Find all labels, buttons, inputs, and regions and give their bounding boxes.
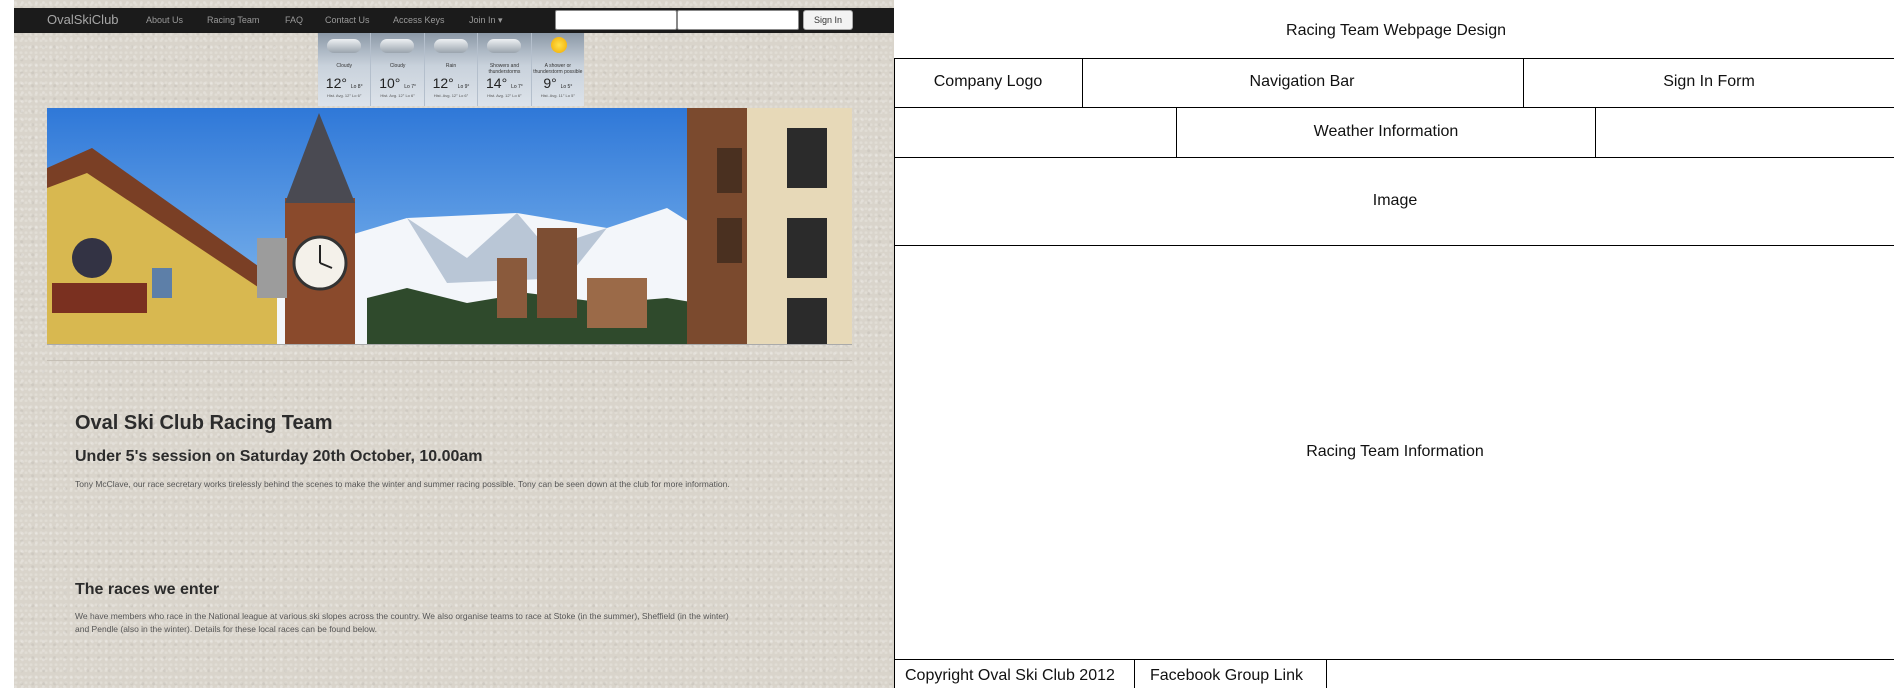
weather-high: 9° Lo 5° [543,75,573,91]
session-heading: Under 5's session on Saturday 20th Octob… [75,448,483,465]
rain-cloud-icon [433,39,468,53]
weather-low: Lo 7° [511,84,523,90]
sign-in-button[interactable]: Sign In [803,10,853,30]
storm-cloud-icon [487,39,522,53]
hero-image [47,108,852,345]
nav-link-about-us[interactable]: About Us [146,15,183,25]
cloud-icon [380,39,415,53]
weather-low: Lo 8° [350,84,363,90]
weather-low: Lo 5° [560,84,573,90]
races-paragraph-line2: and Pendle (also in the winter). Details… [75,624,377,634]
weather-condition: Cloudy [336,63,352,69]
secretary-paragraph: Tony McClave, our race secretary works t… [75,479,730,489]
wf-copyright: Copyright Oval Ski Club 2012 [905,667,1115,684]
weather-hist-avg: Hist. Avg. 12° Lo 6° [433,93,469,98]
wf-facebook-link: Facebook Group Link [1150,667,1303,684]
weather-condition: Cloudy [389,63,406,69]
wf-divider [1326,659,1327,688]
wf-weather-information: Weather Information [1313,123,1459,140]
wf-border [894,58,895,688]
weather-high: 12° Lo 8° [325,75,363,91]
page-heading: Oval Ski Club Racing Team [75,412,333,434]
weather-day: Showers and thunderstorms 14° Lo 7° Hist… [478,33,532,106]
weather-condition: Showers and thunderstorms [488,63,521,75]
wf-divider [894,157,1894,158]
wf-divider [1176,107,1177,157]
brand-link[interactable]: OvalSkiClub [47,12,119,27]
wf-navigation-bar: Navigation Bar [1249,73,1355,90]
weather-hist-avg: Hist. Avg. 12° Lo 6° [326,93,362,98]
weather-hist-avg: Hist. Avg. 12° Lo 6° [380,93,415,98]
wf-divider [894,245,1894,246]
weather-hist-avg: Hist. Avg. 12° Lo 6° [487,93,522,98]
ski-village-picture [47,108,852,344]
weather-hist-avg: Hist. Avg. 11° Lo 5° [540,93,575,98]
weather-low: Lo 9° [457,84,470,90]
wf-divider [1595,107,1596,157]
weather-day: Cloudy 10° Lo 7° Hist. Avg. 12° Lo 6° [371,33,425,106]
nav-dropdown-join-in[interactable]: Join In ▾ [469,15,503,26]
wf-sign-in-form: Sign In Form [1663,73,1755,90]
weather-widget: Cloudy 12° Lo 8° Hist. Avg. 12° Lo 6° Cl… [318,33,585,106]
weather-condition: Rain [445,63,457,69]
weather-high: 14° Lo 7° [486,75,523,91]
weather-high: 12° Lo 9° [432,75,470,91]
wf-divider [894,58,1894,59]
wf-divider [1082,58,1083,107]
wf-company-logo: Company Logo [933,73,1043,90]
races-heading: The races we enter [75,581,220,598]
weather-day: A shower or thunderstorm possible 9° Lo … [531,33,585,106]
nav-link-racing-team[interactable]: Racing Team [207,15,259,25]
divider [47,360,852,361]
password-input[interactable] [677,10,799,30]
wf-divider [894,107,1894,108]
website-screenshot: OvalSkiClub About Us Racing Team FAQ Con… [14,0,894,688]
username-input[interactable] [555,10,677,30]
stage: OvalSkiClub About Us Racing Team FAQ Con… [0,0,1894,688]
nav-link-access-keys[interactable]: Access Keys [393,15,445,25]
sun-shower-icon [550,37,567,53]
nav-link-contact-us[interactable]: Contact Us [325,15,370,25]
wf-divider [1134,659,1135,688]
wf-divider [894,659,1894,660]
weather-day: Rain 12° Lo 9° Hist. Avg. 12° Lo 6° [424,33,479,106]
wireframe-design: Racing Team Webpage Design Company Logo … [894,0,1894,688]
wf-racing-team-information: Racing Team Information [1306,443,1484,460]
weather-day: Cloudy 12° Lo 8° Hist. Avg. 12° Lo 6° [318,33,372,106]
races-paragraph-line1: We have members who race in the National… [75,611,729,621]
wf-image: Image [1372,192,1418,209]
top-navbar: OvalSkiClub About Us Racing Team FAQ Con… [14,8,894,33]
weather-condition: A shower or thunderstorm possible [533,63,583,75]
nav-link-faq[interactable]: FAQ [285,15,303,25]
weather-low: Lo 7° [404,84,416,90]
wf-title: Racing Team Webpage Design [1286,22,1506,39]
cloud-icon [327,39,361,53]
weather-high: 10° Lo 7° [379,75,416,91]
wf-divider [1523,58,1524,107]
